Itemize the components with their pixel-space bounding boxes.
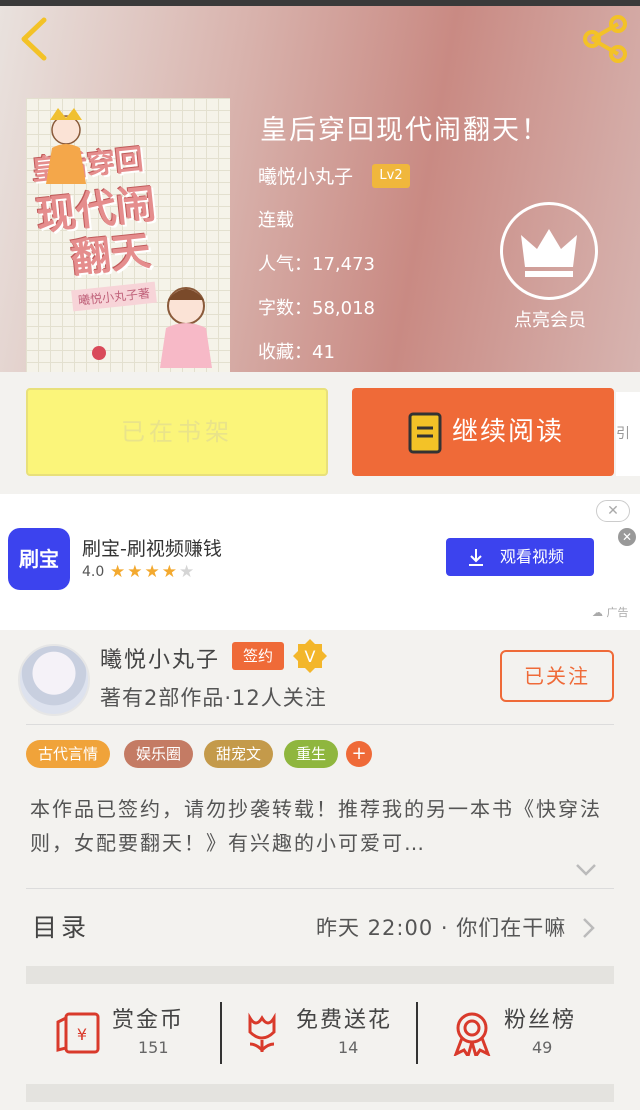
ad-close-button[interactable]: ✕: [596, 500, 630, 522]
verified-badge-letter: V: [305, 647, 316, 666]
red-envelope-icon: ¥: [56, 1012, 100, 1054]
chevron-right-icon: [583, 918, 595, 938]
vip-label[interactable]: 点亮会员: [504, 306, 596, 332]
ad-stars: ★★★★★: [110, 562, 196, 582]
share-button[interactable]: [578, 14, 632, 64]
star-icon: ★: [110, 562, 128, 582]
ad-tag: ☁ 广告: [592, 606, 629, 619]
author-avatar[interactable]: [18, 644, 90, 716]
book-icon: [408, 412, 442, 454]
stat-value: 49: [532, 1038, 553, 1057]
chevron-left-icon: [21, 17, 47, 61]
cover-queen-illustration: [46, 108, 86, 184]
verified-icon: V: [292, 638, 328, 674]
author-name[interactable]: 曦悦小丸子: [100, 642, 220, 674]
stat-label: 免费送花: [296, 1008, 393, 1033]
chevron-down-icon[interactable]: [574, 862, 598, 878]
download-icon: [469, 549, 483, 566]
medal-icon: [453, 1012, 491, 1056]
vip-button[interactable]: [500, 202, 598, 300]
section-separator: [26, 1084, 614, 1102]
book-header: 皇后穿回 现代闹 翻天 曦悦小丸子著 皇后穿回现代闹翻天！ 曦悦小丸子 Lv2 …: [0, 0, 640, 372]
ad-watch-video-button[interactable]: 观看视频: [446, 538, 594, 576]
synopsis: 本作品已签约，请勿抄袭转载！推荐我的另一本书《快穿法则，女配要翻天！》有兴趣的小…: [30, 797, 602, 855]
ad-rating: 4.0: [82, 564, 105, 580]
ad-dismiss-icon[interactable]: ✕: [618, 528, 636, 546]
word-count-label: 字数：: [258, 298, 312, 319]
cover-author: 曦悦小丸子著: [71, 281, 157, 312]
divider: [26, 888, 614, 889]
genre-tag[interactable]: 甜宠文: [204, 740, 274, 768]
genre-tag[interactable]: 重生: [284, 740, 339, 768]
edge-clipped-text: 引来: [616, 392, 640, 526]
ad-app-logo: 刷宝: [8, 528, 70, 590]
section-separator: [26, 966, 614, 984]
ad-cta-label: 观看视频: [500, 547, 565, 566]
signed-badge: 签约: [232, 642, 284, 670]
author-stats: 著有2部作品·12人关注: [100, 686, 327, 710]
popularity: 人气：17,473: [258, 250, 375, 276]
serial-status: 连载: [258, 210, 294, 231]
star-icon: ★: [161, 562, 179, 582]
genre-tag[interactable]: 娱乐圈: [124, 740, 194, 768]
follow-button[interactable]: 已关注: [500, 650, 614, 702]
divider: [416, 1002, 418, 1064]
cover-dot: [92, 346, 106, 360]
favorites-value: 41: [312, 342, 335, 363]
back-button[interactable]: [14, 14, 54, 64]
level-badge: Lv2: [372, 164, 410, 188]
continue-reading-button[interactable]: 继续阅读: [352, 388, 614, 476]
more-tags-button[interactable]: +: [346, 741, 372, 767]
divider: [220, 1002, 222, 1064]
stat-value: 14: [338, 1038, 359, 1057]
latest-chapter: 昨天 22:00 · 你们在干嘛: [316, 916, 567, 940]
star-icon: ★: [144, 562, 162, 582]
flower-icon: [248, 1012, 276, 1053]
stat-label: 粉丝榜: [504, 1008, 577, 1033]
popularity-label: 人气：: [258, 254, 312, 275]
favorites-label: 收藏：: [258, 342, 312, 363]
on-shelf-button[interactable]: 已在书架: [26, 388, 328, 476]
genre-tag[interactable]: 古代言情: [26, 740, 111, 768]
catalog-label: 目录: [32, 913, 91, 942]
stat-label: 赏金币: [112, 1008, 185, 1033]
plus-icon: +: [351, 743, 367, 764]
share-icon: [583, 15, 627, 63]
book-title: 皇后穿回现代闹翻天！: [260, 115, 550, 146]
close-icon: ✕: [607, 503, 619, 519]
word-count: 字数：58,018: [258, 294, 375, 320]
crown-icon: [521, 229, 577, 277]
book-cover[interactable]: 皇后穿回 现代闹 翻天 曦悦小丸子著: [26, 98, 230, 372]
star-icon: ★: [179, 562, 197, 582]
divider: [26, 724, 614, 725]
svg-text:¥: ¥: [77, 1025, 87, 1044]
ad-title: 刷宝-刷视频赚钱: [82, 538, 222, 560]
popularity-value: 17,473: [312, 254, 375, 275]
favorites: 收藏：41: [258, 338, 335, 364]
cover-illustration: [160, 287, 212, 368]
ad-banner[interactable]: 刷宝 刷宝-刷视频赚钱 4.0 ★★★★★ 观看视频 ✕ ✕ ☁ 广告: [0, 494, 640, 630]
ad-tag-label: 广告: [606, 606, 629, 619]
star-icon: ★: [127, 562, 145, 582]
stat-value: 151: [138, 1038, 169, 1057]
word-count-value: 58,018: [312, 298, 375, 319]
header-author-name[interactable]: 曦悦小丸子: [258, 162, 353, 189]
continue-reading-label: 继续阅读: [452, 417, 565, 447]
